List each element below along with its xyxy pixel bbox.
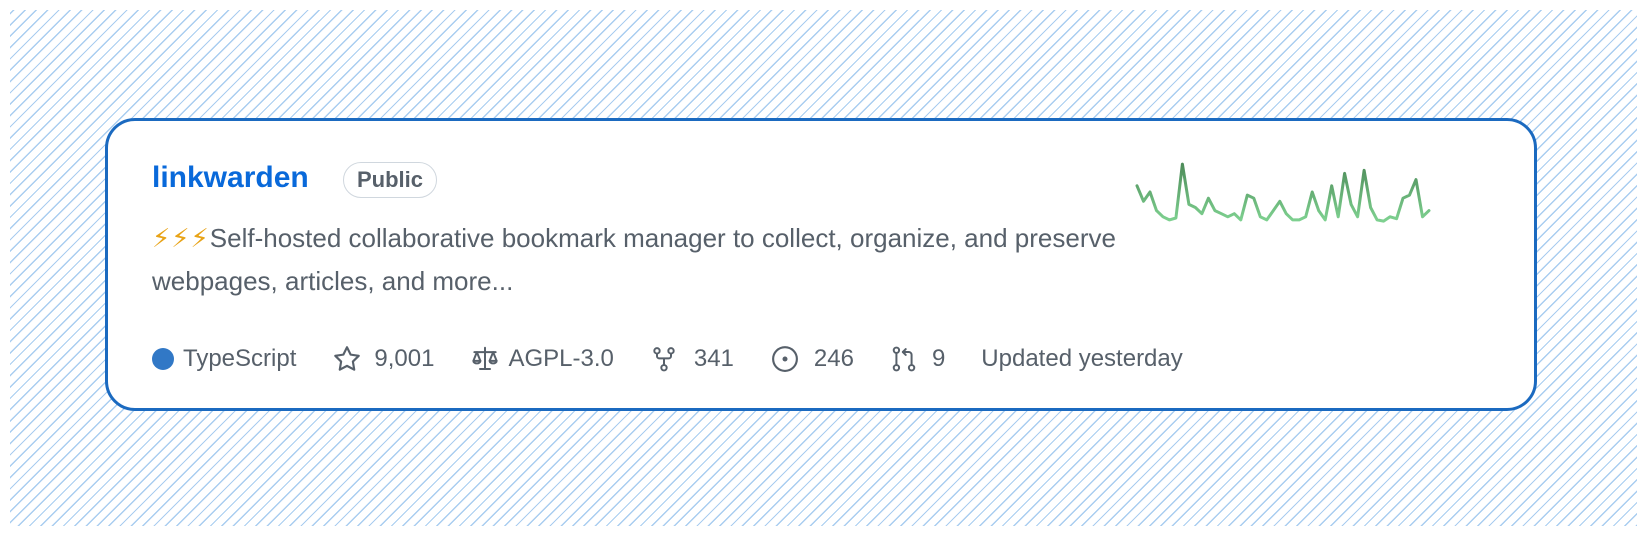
language-color-dot — [152, 348, 174, 370]
law-scale-icon — [470, 344, 500, 374]
stars-count: 9,001 — [374, 345, 435, 372]
updated-label: Updated yesterday — [981, 345, 1183, 372]
issues-count: 246 — [813, 345, 854, 372]
visibility-badge: Public — [343, 162, 438, 198]
language-label: TypeScript — [183, 345, 297, 372]
repo-forked-icon — [650, 344, 678, 374]
git-pull-request-icon — [890, 344, 918, 374]
description-text: Self-hosted collaborative bookmark manag… — [152, 223, 1116, 296]
lightning-emoji: ⚡⚡⚡ — [152, 223, 210, 253]
activity-sparkline — [1135, 162, 1431, 223]
repo-name-link[interactable]: linkwarden — [152, 161, 309, 195]
updated: Updated yesterday — [981, 345, 1182, 373]
license: AGPL-3.0 — [470, 344, 614, 374]
star-icon — [332, 344, 362, 374]
issue-opened-icon — [770, 344, 800, 374]
license-label: AGPL-3.0 — [508, 345, 614, 372]
repo-description: ⚡⚡⚡Self-hosted collaborative bookmark ma… — [152, 217, 1172, 303]
forks-link[interactable]: 341 — [650, 344, 734, 374]
issues-link[interactable]: 246 — [770, 344, 854, 374]
repo-meta-row: TypeScript 9,001 AGPL-3.0 341 246 9 Upda… — [152, 341, 1219, 377]
pull-requests-count: 9 — [931, 345, 946, 372]
sparkline-path — [1135, 162, 1431, 223]
pull-requests-link[interactable]: 9 — [890, 344, 945, 374]
forks-count: 341 — [693, 345, 734, 372]
language: TypeScript — [152, 345, 296, 373]
repo-card: linkwarden Public ⚡⚡⚡Self-hosted collabo… — [105, 118, 1537, 411]
stars-link[interactable]: 9,001 — [332, 344, 434, 374]
